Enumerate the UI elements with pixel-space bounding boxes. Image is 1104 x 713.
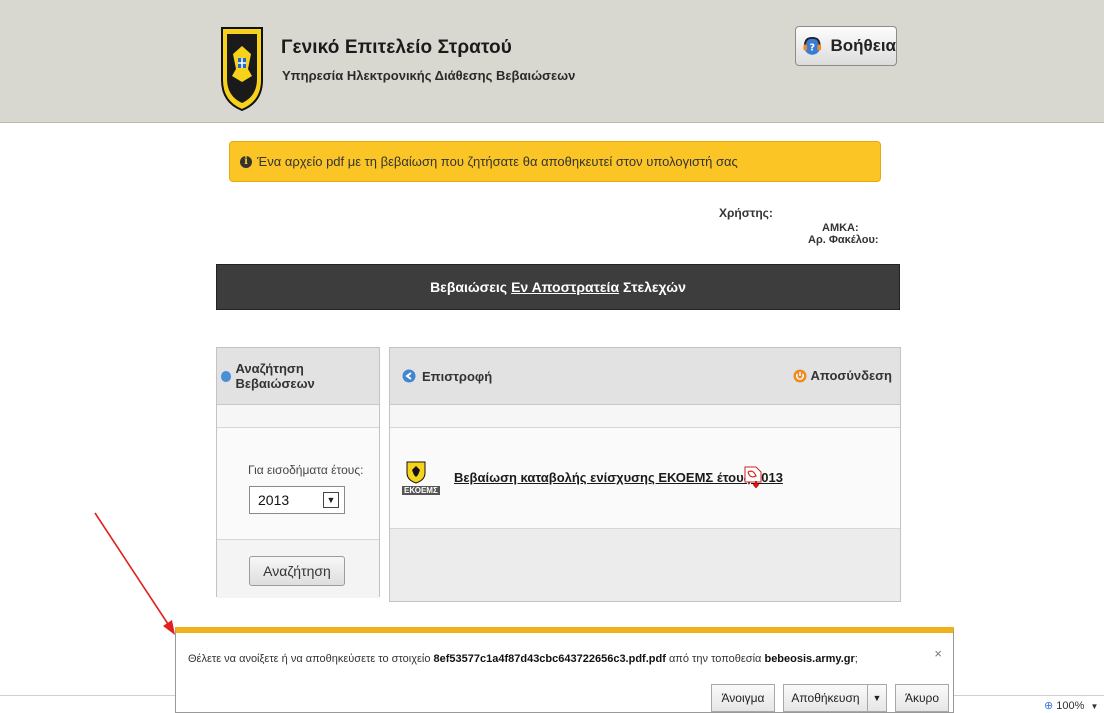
cancel-button[interactable]: Άκυρο: [895, 684, 949, 712]
army-emblem-icon: [221, 27, 263, 112]
amka-label: ΑΜΚΑ:: [822, 222, 859, 234]
back-label: Επιστροφή: [422, 368, 493, 384]
search-panel-footer: Αναζήτηση: [217, 540, 379, 598]
download-site: bebeosis.army.gr: [764, 653, 855, 665]
search-panel-header: Αναζήτηση Βεβαιώσεων: [217, 348, 379, 405]
back-link[interactable]: Επιστροφή: [402, 369, 492, 384]
download-suffix: ;: [854, 653, 858, 665]
download-notification-bar: Θέλετε να ανοίξετε ή να αποθηκεύσετε το …: [175, 627, 954, 713]
banner-text-1: Βεβαιώσεις: [430, 279, 508, 295]
svg-text:?: ?: [809, 42, 815, 53]
year-label: Για εισοδήματα έτους:: [248, 463, 364, 477]
ekoems-badge: ΕΚΟΕΜΣ: [402, 486, 440, 495]
open-button[interactable]: Άνοιγμα: [711, 684, 775, 712]
help-icon: ?: [803, 37, 822, 55]
zoom-level: 100%: [1056, 700, 1085, 712]
save-button[interactable]: Αποθήκευση: [783, 684, 868, 712]
site-header: Γενικό Επιτελείο Στρατού Υπηρεσία Ηλεκτρ…: [0, 0, 1104, 123]
notice-text: Ένα αρχείο pdf με τη βεβαίωση που ζητήσα…: [257, 154, 738, 169]
pdf-download-icon[interactable]: [744, 466, 762, 488]
search-arrow-icon: [221, 370, 232, 382]
results-panel-header: Επιστροφή Αποσύνδεση: [390, 348, 900, 405]
certificate-link[interactable]: Βεβαίωση καταβολής ενίσχυσης ΕΚΟΕΜΣ έτου…: [454, 470, 783, 485]
section-banner: Βεβαιώσεις Εν Αποστρατεία Στελεχών: [216, 264, 900, 310]
divider: [0, 695, 175, 696]
help-button[interactable]: ? Βοήθεια: [795, 26, 897, 66]
close-icon[interactable]: ×: [934, 646, 942, 661]
info-notice: i Ένα αρχείο pdf με τη βεβαίωση που ζητή…: [229, 141, 881, 182]
results-panel: Επιστροφή Αποσύνδεση ΕΚΟΕΜΣ Βεβαίωση κατ…: [389, 347, 901, 602]
help-label: Βοήθεια: [830, 36, 896, 55]
panel-strip: [390, 405, 900, 428]
folder-number-label: Αρ. Φακέλου:: [808, 234, 879, 246]
page-subtitle: Υπηρεσία Ηλεκτρονικής Διάθεσης Βεβαιώσεω…: [282, 68, 576, 83]
page-title: Γενικό Επιτελείο Στρατού: [281, 37, 512, 58]
chevron-down-icon[interactable]: ▼: [323, 492, 339, 508]
chevron-down-icon: ▼: [1090, 702, 1099, 711]
download-message: Θέλετε να ανοίξετε ή να αποθηκεύσετε το …: [188, 653, 858, 665]
search-button[interactable]: Αναζήτηση: [249, 556, 345, 586]
download-prefix: Θέλετε να ανοίξετε ή να αποθηκεύσετε το …: [188, 653, 431, 665]
back-arrow-icon: [402, 369, 416, 383]
info-icon: i: [240, 155, 252, 168]
search-panel: Αναζήτηση Βεβαιώσεων Για εισοδήματα έτου…: [216, 347, 380, 598]
year-select[interactable]: 2013 ▼: [249, 486, 345, 514]
save-dropdown-button[interactable]: ▼: [867, 684, 887, 712]
logout-link[interactable]: Αποσύνδεση: [793, 368, 893, 383]
year-value: 2013: [258, 492, 290, 508]
divider: [954, 695, 1104, 696]
search-panel-body: Για εισοδήματα έτους: 2013 ▼: [217, 428, 379, 540]
ekoems-logo-icon: [406, 461, 426, 484]
download-middle: από την τοποθεσία: [668, 653, 762, 665]
panel-strip: [217, 405, 379, 428]
banner-text-3: Στελεχών: [623, 279, 686, 295]
search-panel-title: Αναζήτηση Βεβαιώσεων: [235, 361, 315, 391]
power-icon: [793, 369, 806, 382]
logout-label: Αποσύνδεση: [810, 368, 893, 383]
download-filename: 8ef53577c1a4f87d43cbc643722656c3.pdf.pdf: [433, 653, 666, 665]
user-label: Χρήστης:: [719, 206, 773, 220]
zoom-icon: ⊕: [1044, 700, 1054, 712]
zoom-control[interactable]: ⊕ 100% ▼: [1044, 699, 1098, 712]
results-panel-body: ΕΚΟΕΜΣ Βεβαίωση καταβολής ενίσχυσης ΕΚΟΕ…: [390, 428, 900, 529]
banner-link[interactable]: Εν Αποστρατεία: [511, 279, 619, 295]
